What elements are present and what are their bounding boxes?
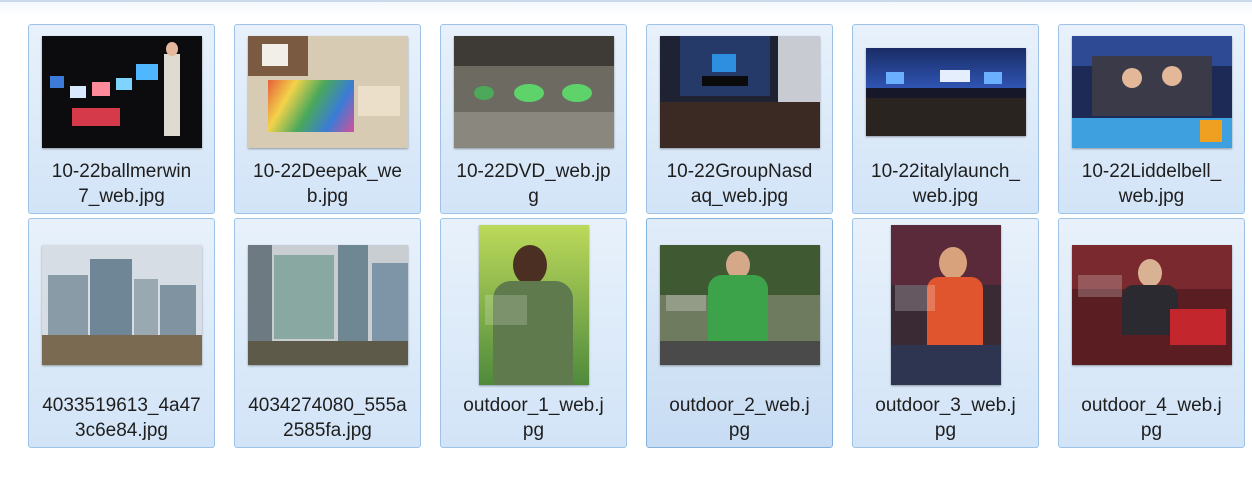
file-tile[interactable]: 10-22ballmerwin 7_web.jpg [28, 24, 215, 214]
file-name-line2: 2585fa.jpg [283, 420, 372, 441]
file-name-line2: g [528, 186, 539, 207]
file-tile[interactable]: 10-22DVD_web.jp g [440, 24, 627, 214]
file-name-line1: outdoor_4_web.j [1081, 395, 1222, 416]
file-name-line2: 7_web.jpg [78, 186, 165, 207]
file-tile[interactable]: 4033519613_4a47 3c6e84.jpg [28, 218, 215, 448]
file-name-line1: 10-22GroupNasd [666, 161, 813, 182]
file-name-line1: 10-22italylaunch_ [871, 161, 1020, 182]
file-tile[interactable]: 10-22italylaunch_ web.jpg [852, 24, 1039, 214]
thumbnail-image [659, 36, 820, 148]
thumbnail-image [247, 245, 408, 365]
file-name-line1: 10-22DVD_web.jp [456, 161, 611, 182]
file-tile[interactable]: 4034274080_555a 2585fa.jpg [234, 218, 421, 448]
file-name-line2: aq_web.jpg [690, 186, 789, 207]
file-name-line1: 10-22ballmerwin [51, 161, 192, 182]
file-name-line2: pg [728, 420, 751, 441]
file-name-line1: outdoor_1_web.j [463, 395, 604, 416]
thumbnail-image [478, 225, 589, 385]
file-tile[interactable]: outdoor_4_web.j pg [1058, 218, 1245, 448]
file-tile[interactable]: 10-22GroupNasd aq_web.jpg [646, 24, 833, 214]
thumbnail-image [247, 36, 408, 148]
file-name-line2: pg [522, 420, 545, 441]
file-name-line1: outdoor_3_web.j [875, 395, 1016, 416]
file-tile[interactable]: 10-22Deepak_we b.jpg [234, 24, 421, 214]
file-tile[interactable]: 10-22Liddelbell_ web.jpg [1058, 24, 1245, 214]
file-name-line1: 4033519613_4a47 [42, 395, 201, 416]
thumbnail-image [890, 225, 1001, 385]
file-name-line2: web.jpg [912, 186, 979, 207]
file-name-line1: outdoor_2_web.j [669, 395, 810, 416]
file-name-line1: 10-22Deepak_we [253, 161, 402, 182]
file-tile[interactable]: outdoor_3_web.j pg [852, 218, 1039, 448]
file-tile[interactable]: outdoor_2_web.j pg [646, 218, 833, 448]
file-name-line2: web.jpg [1118, 186, 1185, 207]
file-name-line2: b.jpg [306, 186, 349, 207]
file-name-line2: pg [1140, 420, 1163, 441]
file-tile[interactable]: outdoor_1_web.j pg [440, 218, 627, 448]
thumbnail-image [453, 36, 614, 148]
thumbnail-image [659, 245, 820, 365]
thumbnail-image [41, 36, 202, 148]
thumbnail-image [865, 48, 1026, 136]
file-grid: 10-22ballmerwin 7_web.jpg 10-22Deepak_we… [28, 24, 1245, 448]
file-name-line2: pg [934, 420, 957, 441]
file-name-line1: 4034274080_555a [248, 395, 407, 416]
thumbnail-image [1071, 36, 1232, 148]
thumbnail-image [1071, 245, 1232, 365]
file-name-line1: 10-22Liddelbell_ [1081, 161, 1222, 182]
file-name-line2: 3c6e84.jpg [75, 420, 168, 441]
thumbnail-image [41, 245, 202, 365]
explorer-top-border [0, 0, 1252, 16]
